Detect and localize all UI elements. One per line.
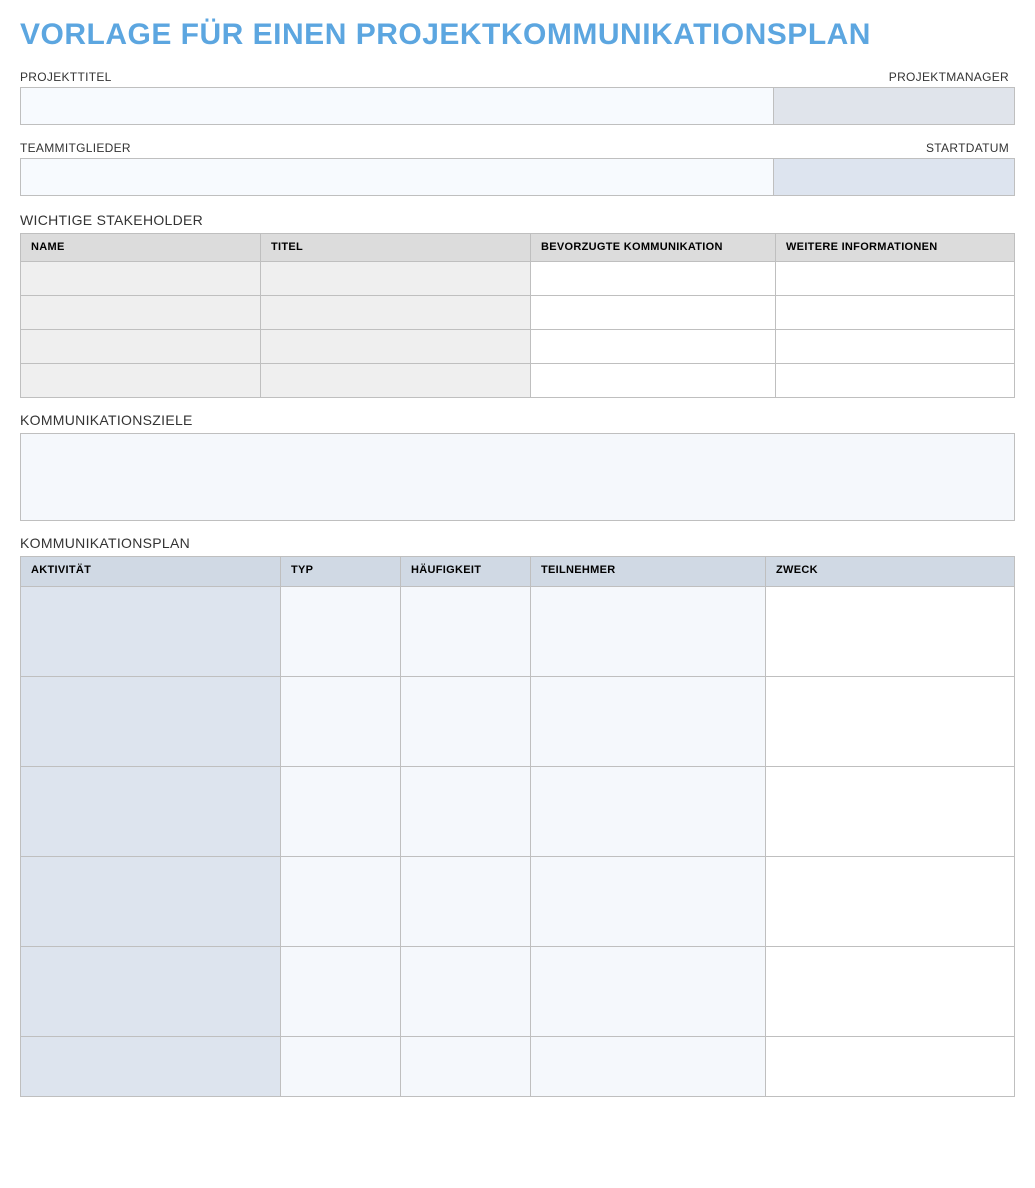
stakeholder-info-cell[interactable] (776, 262, 1015, 296)
col-comm: BEVORZUGTE KOMMUNIKATION (531, 234, 776, 262)
plan-activity-cell[interactable] (21, 677, 281, 767)
table-row (21, 262, 1015, 296)
plan-purpose-cell[interactable] (766, 587, 1015, 677)
project-title-field[interactable] (21, 88, 774, 124)
table-row (21, 364, 1015, 398)
stakeholder-comm-cell[interactable] (531, 330, 776, 364)
table-row (21, 947, 1015, 1037)
table-row (21, 330, 1015, 364)
plan-participants-cell[interactable] (531, 947, 766, 1037)
stakeholders-heading: WICHTIGE STAKEHOLDER (20, 212, 1015, 228)
project-manager-field[interactable] (774, 88, 1014, 124)
col-info: WEITERE INFORMATIONEN (776, 234, 1015, 262)
stakeholder-name-cell[interactable] (21, 364, 261, 398)
col-frequency: HÄUFIGKEIT (401, 557, 531, 587)
plan-purpose-cell[interactable] (766, 767, 1015, 857)
start-date-label: STARTDATUM (775, 141, 1015, 155)
stakeholder-title-cell[interactable] (261, 330, 531, 364)
table-row (21, 587, 1015, 677)
plan-activity-cell[interactable] (21, 857, 281, 947)
plan-participants-cell[interactable] (531, 1037, 766, 1097)
team-members-label: TEAMMITGLIEDER (20, 141, 775, 155)
plan-frequency-cell[interactable] (401, 587, 531, 677)
plan-activity-cell[interactable] (21, 767, 281, 857)
stakeholder-name-cell[interactable] (21, 330, 261, 364)
table-row (21, 677, 1015, 767)
goals-heading: KOMMUNIKATIONSZIELE (20, 412, 1015, 428)
plan-purpose-cell[interactable] (766, 857, 1015, 947)
team-members-field[interactable] (21, 159, 774, 195)
plan-frequency-cell[interactable] (401, 857, 531, 947)
plan-type-cell[interactable] (281, 677, 401, 767)
col-name: NAME (21, 234, 261, 262)
plan-type-cell[interactable] (281, 1037, 401, 1097)
project-manager-label: PROJEKTMANAGER (775, 70, 1015, 84)
plan-purpose-cell[interactable] (766, 947, 1015, 1037)
plan-participants-cell[interactable] (531, 767, 766, 857)
plan-activity-cell[interactable] (21, 587, 281, 677)
table-row (21, 767, 1015, 857)
plan-participants-cell[interactable] (531, 857, 766, 947)
plan-participants-cell[interactable] (531, 677, 766, 767)
plan-type-cell[interactable] (281, 587, 401, 677)
team-start-row (20, 158, 1015, 196)
plan-frequency-cell[interactable] (401, 677, 531, 767)
stakeholder-title-cell[interactable] (261, 262, 531, 296)
col-title: TITEL (261, 234, 531, 262)
col-activity: AKTIVITÄT (21, 557, 281, 587)
plan-frequency-cell[interactable] (401, 767, 531, 857)
table-row (21, 296, 1015, 330)
plan-table: AKTIVITÄT TYP HÄUFIGKEIT TEILNEHMER ZWEC… (20, 556, 1015, 1097)
col-participants: TEILNEHMER (531, 557, 766, 587)
stakeholder-title-cell[interactable] (261, 296, 531, 330)
plan-heading: KOMMUNIKATIONSPLAN (20, 535, 1015, 551)
plan-frequency-cell[interactable] (401, 947, 531, 1037)
plan-type-cell[interactable] (281, 857, 401, 947)
start-date-field[interactable] (774, 159, 1014, 195)
stakeholder-comm-cell[interactable] (531, 364, 776, 398)
stakeholder-info-cell[interactable] (776, 364, 1015, 398)
plan-participants-cell[interactable] (531, 587, 766, 677)
stakeholder-info-cell[interactable] (776, 330, 1015, 364)
col-type: TYP (281, 557, 401, 587)
plan-frequency-cell[interactable] (401, 1037, 531, 1097)
stakeholders-table: NAME TITEL BEVORZUGTE KOMMUNIKATION WEIT… (20, 233, 1015, 398)
table-row (21, 1037, 1015, 1097)
project-title-label: PROJEKTTITEL (20, 70, 775, 84)
goals-field[interactable] (20, 433, 1015, 521)
stakeholder-info-cell[interactable] (776, 296, 1015, 330)
stakeholder-name-cell[interactable] (21, 296, 261, 330)
plan-purpose-cell[interactable] (766, 677, 1015, 767)
plan-activity-cell[interactable] (21, 1037, 281, 1097)
plan-activity-cell[interactable] (21, 947, 281, 1037)
stakeholder-comm-cell[interactable] (531, 296, 776, 330)
page-title: VORLAGE FÜR EINEN PROJEKTKOMMUNIKATIONSP… (20, 18, 1015, 52)
plan-type-cell[interactable] (281, 767, 401, 857)
col-purpose: ZWECK (766, 557, 1015, 587)
table-row (21, 857, 1015, 947)
stakeholder-title-cell[interactable] (261, 364, 531, 398)
stakeholder-comm-cell[interactable] (531, 262, 776, 296)
project-title-row (20, 87, 1015, 125)
stakeholder-name-cell[interactable] (21, 262, 261, 296)
plan-purpose-cell[interactable] (766, 1037, 1015, 1097)
plan-type-cell[interactable] (281, 947, 401, 1037)
